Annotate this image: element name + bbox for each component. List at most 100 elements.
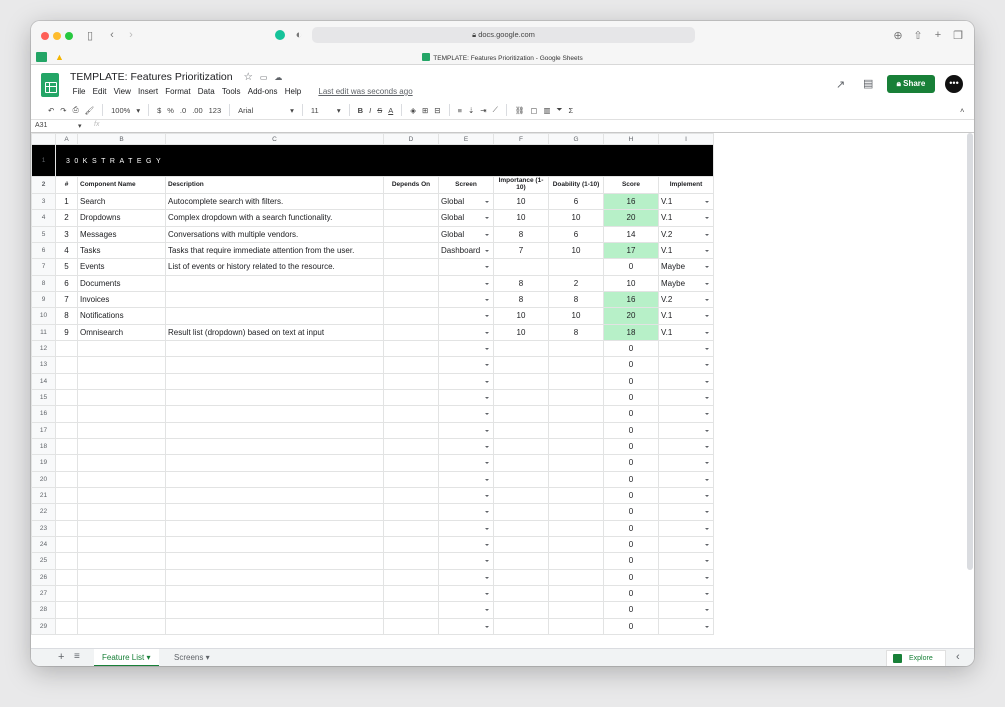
- merge-cells-icon[interactable]: ⊟: [434, 106, 440, 115]
- cell-doability[interactable]: 10: [548, 307, 604, 325]
- column-header[interactable]: C: [165, 133, 384, 145]
- header-cell[interactable]: Description: [165, 176, 384, 194]
- cell-component-name[interactable]: [77, 535, 166, 554]
- cell-description[interactable]: [165, 405, 384, 423]
- cell-depends-on[interactable]: [383, 601, 439, 619]
- cell-implement-dropdown[interactable]: [658, 519, 714, 537]
- cell-screen-dropdown[interactable]: [438, 601, 494, 619]
- bold-icon[interactable]: B: [358, 106, 363, 115]
- cell-doability[interactable]: [548, 535, 604, 554]
- cell-importance[interactable]: [493, 356, 549, 374]
- cell-screen-dropdown[interactable]: [438, 339, 494, 358]
- header-cell[interactable]: Depends On: [383, 176, 439, 194]
- cell-doability[interactable]: 10: [548, 241, 604, 260]
- cell-component-name[interactable]: Tasks: [77, 241, 166, 260]
- chart-icon[interactable]: ▥: [543, 106, 550, 115]
- cell-screen-dropdown[interactable]: [438, 258, 494, 276]
- cell-depends-on[interactable]: [383, 617, 439, 635]
- menu-data[interactable]: Data: [194, 87, 218, 96]
- cell-implement-dropdown[interactable]: [658, 356, 714, 374]
- cell-depends-on[interactable]: [383, 535, 439, 554]
- cell-screen-dropdown[interactable]: [438, 421, 494, 439]
- share-button[interactable]: 🔒︎ Share: [887, 75, 935, 93]
- currency-button[interactable]: $: [157, 106, 161, 115]
- cell-doability[interactable]: [548, 601, 604, 619]
- cell-score[interactable]: 18: [603, 323, 659, 341]
- cell-doability[interactable]: [548, 372, 604, 390]
- cell-depends-on[interactable]: [383, 209, 439, 227]
- cell-component-name[interactable]: [77, 470, 166, 488]
- row-number[interactable]: 14: [31, 372, 56, 390]
- cell-number[interactable]: [55, 519, 78, 537]
- cell-doability[interactable]: [548, 584, 604, 603]
- row-number[interactable]: 18: [31, 437, 56, 456]
- tabs-overview-icon[interactable]: ❐: [949, 28, 967, 42]
- cell-screen-dropdown[interactable]: [438, 584, 494, 603]
- cell-screen-dropdown[interactable]: [438, 470, 494, 488]
- cell-number[interactable]: 2: [55, 209, 78, 227]
- increase-decimal-button[interactable]: .00: [192, 106, 202, 115]
- document-title[interactable]: TEMPLATE: Features Prioritization ☆ ▭ ☁: [70, 71, 282, 83]
- cell-implement-dropdown[interactable]: [658, 372, 714, 390]
- cell-description[interactable]: [165, 519, 384, 537]
- cell-depends-on[interactable]: [383, 372, 439, 390]
- menu-insert[interactable]: Insert: [134, 87, 161, 96]
- cell-description[interactable]: [165, 601, 384, 619]
- cell-screen-dropdown[interactable]: [438, 568, 494, 586]
- row-number[interactable]: 26: [31, 568, 56, 586]
- cell-doability[interactable]: [548, 421, 604, 439]
- comments-icon[interactable]: ▤: [863, 77, 873, 90]
- cell-depends-on[interactable]: [383, 241, 439, 260]
- cell-importance[interactable]: [493, 372, 549, 390]
- cell-screen-dropdown[interactable]: [438, 323, 494, 341]
- cell-score[interactable]: 10: [603, 274, 659, 292]
- halign-icon[interactable]: ≡: [458, 106, 462, 115]
- cell-importance[interactable]: [493, 339, 549, 358]
- cell-number[interactable]: [55, 584, 78, 603]
- cell-description[interactable]: [165, 535, 384, 554]
- row-number[interactable]: 29: [31, 617, 56, 635]
- cell-importance[interactable]: [493, 388, 549, 407]
- menu-edit[interactable]: Edit: [89, 87, 110, 96]
- cell-implement-dropdown[interactable]: [658, 421, 714, 439]
- cell-number[interactable]: 5: [55, 258, 78, 276]
- cell-implement-dropdown[interactable]: Maybe: [658, 274, 714, 292]
- cell-description[interactable]: [165, 552, 384, 570]
- sheet-tab-screens[interactable]: Screens ▾: [166, 649, 218, 666]
- cell-implement-dropdown[interactable]: [658, 405, 714, 423]
- undo-icon[interactable]: ↶: [48, 106, 54, 115]
- cell-importance[interactable]: 10: [493, 307, 549, 325]
- menu-file[interactable]: File: [69, 87, 89, 96]
- spreadsheet-grid[interactable]: A B C D E F G H I 1 30KSTRATEGY 2 # Comp…: [31, 133, 974, 648]
- cell-depends-on[interactable]: [383, 323, 439, 341]
- row-number[interactable]: 27: [31, 584, 56, 603]
- cell-number[interactable]: 3: [55, 225, 78, 243]
- header-cell[interactable]: Score: [603, 176, 659, 194]
- cell-doability[interactable]: [548, 454, 604, 472]
- cell-implement-dropdown[interactable]: [658, 535, 714, 554]
- font-select[interactable]: Arial: [238, 106, 284, 115]
- cell-component-name[interactable]: [77, 552, 166, 570]
- cell-depends-on[interactable]: [383, 552, 439, 570]
- row-number[interactable]: 22: [31, 503, 56, 521]
- sheet-tab-feature-list[interactable]: Feature List ▾: [94, 649, 159, 666]
- valign-icon[interactable]: ⇣: [468, 106, 474, 115]
- cell-score[interactable]: 0: [603, 356, 659, 374]
- zoom-window-button[interactable]: [65, 32, 73, 40]
- cell-component-name[interactable]: Documents: [77, 274, 166, 292]
- row-number[interactable]: 16: [31, 405, 56, 423]
- star-icon[interactable]: ☆: [244, 71, 253, 83]
- cell-description[interactable]: [165, 486, 384, 505]
- cell-importance[interactable]: 10: [493, 192, 549, 211]
- cell-implement-dropdown[interactable]: [658, 437, 714, 456]
- cell-description[interactable]: [165, 274, 384, 292]
- cell-screen-dropdown[interactable]: Global: [438, 225, 494, 243]
- cell-doability[interactable]: 6: [548, 192, 604, 211]
- cell-screen-dropdown[interactable]: Global: [438, 192, 494, 211]
- cell-importance[interactable]: [493, 568, 549, 586]
- row-number[interactable]: 17: [31, 421, 56, 439]
- cell-number[interactable]: [55, 552, 78, 570]
- cell-component-name[interactable]: Messages: [77, 225, 166, 243]
- cell-screen-dropdown[interactable]: [438, 274, 494, 292]
- cell-score[interactable]: 16: [603, 192, 659, 211]
